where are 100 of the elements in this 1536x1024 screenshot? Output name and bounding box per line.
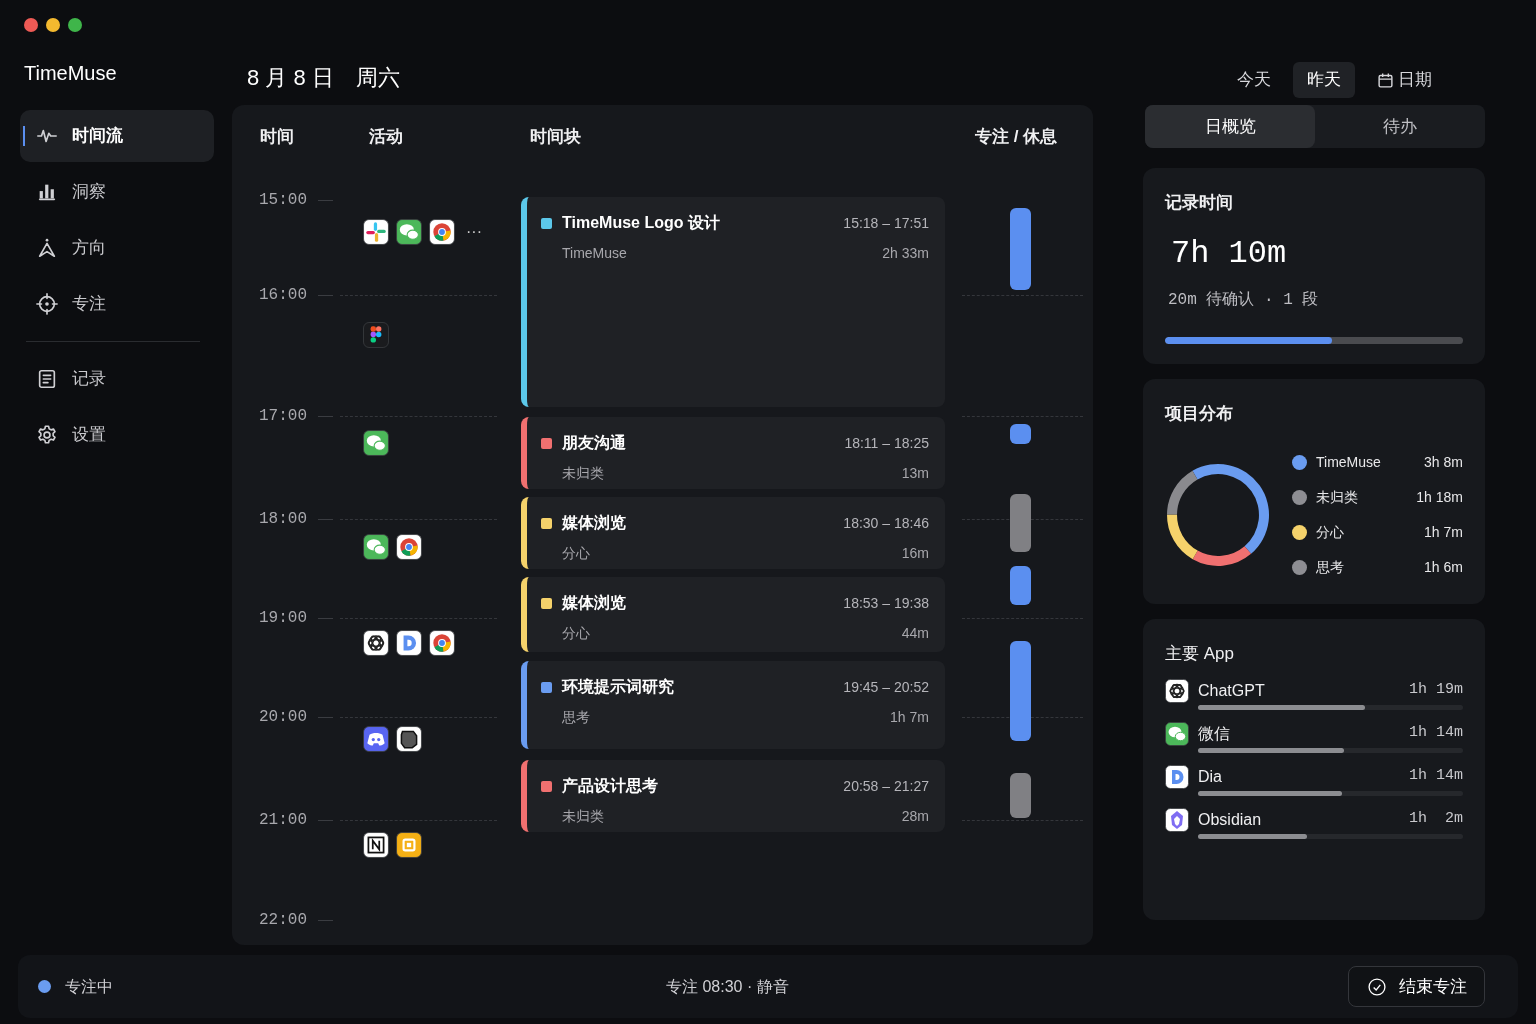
legend-value: 1h 6m <box>1424 557 1463 577</box>
legend-label: 未归类 <box>1316 487 1359 507</box>
view-tab[interactable]: 日概览 <box>1145 105 1315 148</box>
hour-label: 17:00 <box>259 406 307 426</box>
column-header: 活动 <box>369 126 403 148</box>
project-label: 分心 <box>561 624 590 643</box>
usage-time: 1h 14m <box>1409 766 1463 787</box>
block-title: TimeMuse Logo 设计 <box>562 213 720 233</box>
legend-value: 1h 7m <box>1424 522 1463 542</box>
duration-label: 13m <box>901 464 929 483</box>
project-label: 未归类 <box>561 464 604 483</box>
minimize-window-icon[interactable] <box>46 18 60 32</box>
column-header: 时间 <box>260 126 294 148</box>
sidebar-item[interactable]: 记录 <box>20 353 214 405</box>
colored-dots-icon <box>363 322 389 348</box>
pinwheel-icon <box>363 219 389 245</box>
time-range: 20:58 – 21:27 <box>843 776 929 796</box>
day-tab[interactable]: 昨天 <box>1293 62 1355 98</box>
block-title: 媒体浏览 <box>562 513 626 533</box>
duration-label: 16m <box>901 544 929 563</box>
weekday-title: 周六 <box>355 64 400 92</box>
knot-icon <box>1165 678 1189 703</box>
time-block-card[interactable]: 产品设计思考 20:58 – 21:27 未归类 28m <box>521 760 945 832</box>
more-apps-indicator[interactable]: ··· <box>466 224 482 240</box>
d-shape-icon <box>1165 764 1189 789</box>
focus-info: 专注 08:30 · 静音 <box>666 976 789 997</box>
time-range: 19:45 – 20:52 <box>843 677 929 697</box>
pending-note: 20m 待确认 · 1 段 <box>1167 289 1320 311</box>
app-name: 微信 <box>1198 723 1231 744</box>
project-label: 思考 <box>561 708 590 727</box>
date-picker-button[interactable]: 日期 <box>1363 62 1446 98</box>
gem-icon <box>1165 807 1189 832</box>
project-label: 分心 <box>561 544 590 563</box>
day-tab[interactable]: 今天 <box>1223 62 1285 98</box>
settings-icon <box>36 424 58 446</box>
usage-time: 1h 2m <box>1409 809 1463 830</box>
card-title: 主要 App <box>1165 643 1235 665</box>
end-focus-button[interactable]: 结束专注 <box>1348 966 1485 1007</box>
project-label: 未归类 <box>561 807 604 826</box>
status-dot <box>38 980 51 993</box>
block-title: 朋友沟通 <box>562 433 626 453</box>
time-range: 18:53 – 19:38 <box>843 593 929 613</box>
usage-time: 1h 19m <box>1409 680 1463 701</box>
duration-label: 1h 7m <box>890 708 929 727</box>
sidebar-item[interactable]: 设置 <box>20 409 214 461</box>
game-controller-icon <box>363 726 389 752</box>
block-title: 产品设计思考 <box>562 776 658 796</box>
time-range: 15:18 – 17:51 <box>843 213 929 233</box>
time-range: 18:30 – 18:46 <box>843 513 929 533</box>
square-block-icon <box>363 832 389 858</box>
sidebar-item[interactable]: 方向 <box>20 222 214 274</box>
d-shape-icon <box>396 630 422 656</box>
block-title: 媒体浏览 <box>562 593 626 613</box>
usage-time: 1h 14m <box>1409 723 1463 744</box>
sidebar-item[interactable]: 时间流 <box>20 110 214 162</box>
hour-label: 22:00 <box>259 910 307 930</box>
legend-value: 3h 8m <box>1424 452 1463 472</box>
time-block-card[interactable]: TimeMuse Logo 设计 15:18 – 17:51 TimeMuse 2h 33m <box>521 197 945 407</box>
crosshair-icon <box>36 293 58 315</box>
card-title: 项目分布 <box>1165 403 1234 425</box>
legend-label: TimeMuse <box>1316 452 1382 472</box>
date-title: 8 月 8 日 <box>247 64 334 92</box>
check-circle-icon <box>1366 976 1387 997</box>
legend-value: 1h 18m <box>1416 487 1463 507</box>
app-logo-text: TimeMuse <box>23 61 118 86</box>
total-time: 7h 10m <box>1170 233 1288 274</box>
chat-bubbles-icon <box>396 219 422 245</box>
card-title: 记录时间 <box>1165 192 1234 214</box>
duration-label: 2h 33m <box>882 244 929 263</box>
chat-bubbles-icon <box>363 534 389 560</box>
hour-label: 21:00 <box>259 810 307 830</box>
knot-icon <box>363 630 389 656</box>
time-block-card[interactable]: 媒体浏览 18:53 – 19:38 分心 44m <box>521 577 945 652</box>
time-block-card[interactable]: 媒体浏览 18:30 – 18:46 分心 16m <box>521 497 945 569</box>
duration-label: 44m <box>901 624 929 643</box>
project-label: TimeMuse <box>561 244 627 263</box>
hour-label: 20:00 <box>259 707 307 727</box>
sidebar-item[interactable]: 洞察 <box>20 166 214 218</box>
hour-label: 16:00 <box>259 285 307 305</box>
time-range: 18:11 – 18:25 <box>844 433 929 453</box>
square-frame-icon <box>396 832 422 858</box>
duration-label: 28m <box>901 807 929 826</box>
speech-bubble-icon <box>396 726 422 752</box>
zoom-window-icon[interactable] <box>68 18 82 32</box>
hour-label: 18:00 <box>259 509 307 529</box>
close-window-icon[interactable] <box>24 18 38 32</box>
legend-label: 分心 <box>1316 522 1345 542</box>
hour-label: 15:00 <box>259 190 307 210</box>
app-name: Dia <box>1198 766 1223 787</box>
app-name: Obsidian <box>1198 809 1263 830</box>
chat-bubbles-icon <box>363 430 389 456</box>
legend-label: 思考 <box>1316 557 1345 577</box>
calendar-icon <box>1377 71 1394 89</box>
block-title: 环境提示词研究 <box>562 677 674 697</box>
document-icon <box>36 368 58 390</box>
time-block-card[interactable]: 环境提示词研究 19:45 – 20:52 思考 1h 7m <box>521 661 945 749</box>
view-tab[interactable]: 待办 <box>1315 105 1485 148</box>
app-name: ChatGPT <box>1198 680 1266 701</box>
time-block-card[interactable]: 朋友沟通 18:11 – 18:25 未归类 13m <box>521 417 945 489</box>
sidebar-item[interactable]: 专注 <box>20 278 214 330</box>
